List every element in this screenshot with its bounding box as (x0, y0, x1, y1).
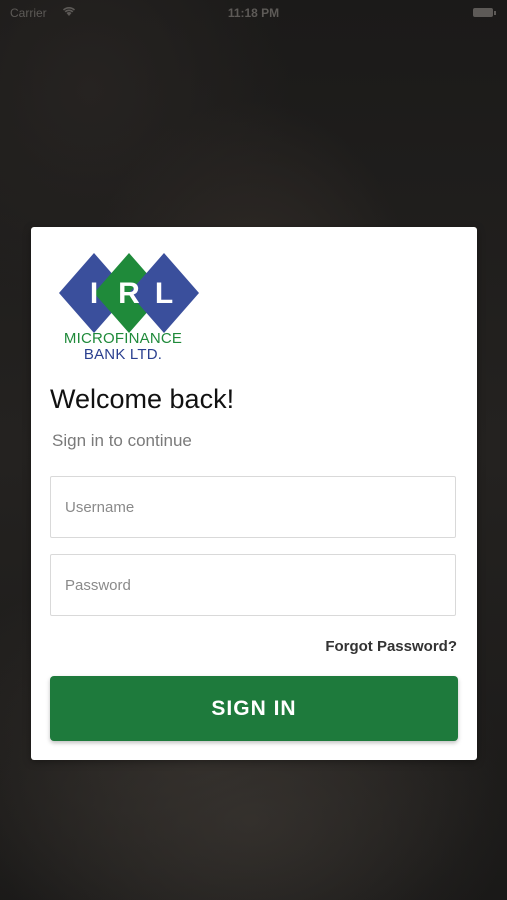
battery-icon (473, 8, 496, 17)
password-field[interactable] (50, 554, 456, 616)
logo-letter-i: I (90, 277, 98, 310)
username-field[interactable] (50, 476, 456, 538)
password-input[interactable] (51, 555, 455, 615)
bank-logo: I R L MICROFINANCE BANK LTD. (59, 253, 199, 365)
logo-letter-r: R (118, 277, 140, 310)
logo-letter-l: L (155, 277, 173, 310)
login-card: I R L MICROFINANCE BANK LTD. Welcome bac… (31, 227, 477, 760)
logo-text-bank: BANK LTD. (83, 346, 163, 363)
sign-in-button[interactable]: SIGN IN (50, 676, 458, 741)
status-time: 11:18 PM (227, 6, 280, 20)
username-input[interactable] (51, 477, 455, 537)
page-subtitle: Sign in to continue (52, 431, 192, 450)
status-bar: Carrier 11:18 PM (0, 0, 507, 26)
logo-text-microfinance: MICROFINANCE (63, 330, 183, 347)
forgot-password-link[interactable]: Forgot Password? (325, 638, 457, 655)
logo-diamonds: I R L (59, 253, 199, 333)
page-title: Welcome back! (50, 384, 235, 414)
